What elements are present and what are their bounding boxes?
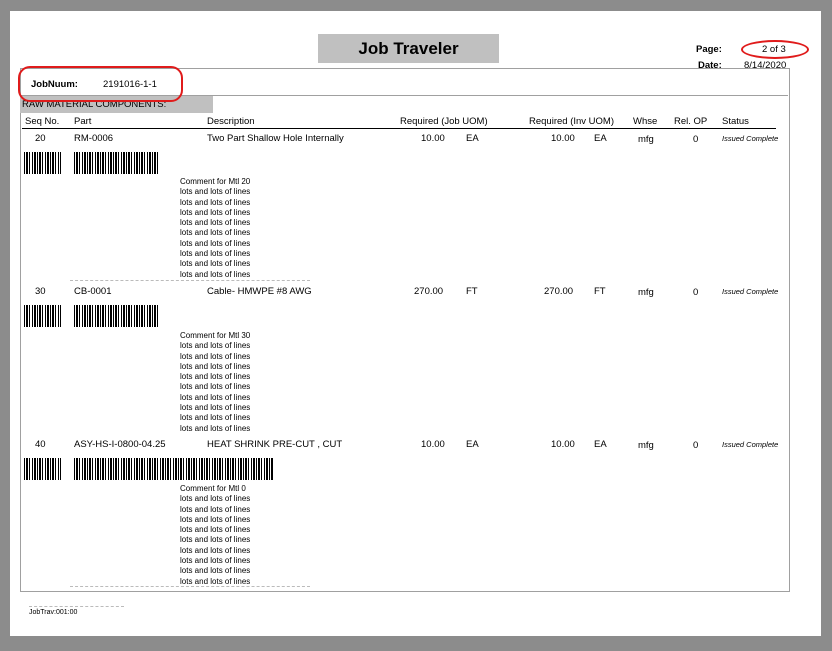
seq-barcode — [24, 152, 61, 174]
report-frame — [20, 68, 790, 592]
comment-line: lots and lots of lines — [180, 218, 251, 228]
report-page: Job Traveler Page: 2 of 3 Date: 8/14/202… — [10, 11, 821, 636]
row-job-uom: EA — [466, 133, 479, 144]
row-description: HEAT SHRINK PRE-CUT , CUT — [207, 439, 343, 450]
row-required-inv: 270.00 — [544, 286, 574, 297]
row-status: Issued Complete — [722, 134, 779, 143]
row-separator — [70, 586, 310, 587]
col-required-inv: Required (Inv UOM) — [529, 116, 614, 127]
row-status: Issued Complete — [722, 287, 779, 296]
row-seq: 30 — [35, 286, 46, 297]
footer-rule — [29, 606, 124, 607]
comment-line: lots and lots of lines — [180, 525, 251, 535]
comment-line: lots and lots of lines — [180, 361, 251, 371]
comment-line: lots and lots of lines — [180, 249, 251, 259]
row-required-job: 270.00 — [414, 286, 444, 297]
row-required-job: 10.00 — [421, 133, 445, 144]
comment-line: lots and lots of lines — [180, 504, 251, 514]
row-whse: mfg — [638, 440, 654, 451]
comment-line: lots and lots of lines — [180, 556, 251, 566]
report-title: Job Traveler — [318, 34, 499, 63]
part-barcode — [74, 152, 159, 174]
comment-line: lots and lots of lines — [180, 228, 251, 238]
row-rel-op: 0 — [693, 440, 699, 451]
comment-line: lots and lots of lines — [180, 238, 251, 248]
col-rel-op: Rel. OP — [674, 116, 708, 127]
row-status: Issued Complete — [722, 440, 779, 449]
row-rel-op: 0 — [693, 287, 699, 298]
comment-line: lots and lots of lines — [180, 341, 251, 351]
row-required-inv: 10.00 — [551, 133, 575, 144]
comment-line: lots and lots of lines — [180, 392, 251, 402]
page-label: Page: — [696, 44, 722, 55]
comment-line: lots and lots of lines — [180, 351, 251, 361]
page-number-highlight — [741, 40, 809, 59]
part-barcode — [74, 458, 274, 480]
comment-line: lots and lots of lines — [180, 207, 251, 217]
footer-code: JobTrav:001:00 — [29, 609, 78, 616]
row-seq: 40 — [35, 439, 46, 450]
row-comment: Comment for Mtl 20 lots and lots of line… — [180, 177, 250, 280]
row-whse: mfg — [638, 134, 654, 145]
header-rule — [22, 128, 776, 129]
comment-line: lots and lots of lines — [180, 259, 251, 269]
row-seq: 20 — [35, 133, 46, 144]
row-required-inv: 10.00 — [551, 439, 575, 450]
row-comment: Comment for Mtl 30 lots and lots of line… — [180, 331, 250, 434]
col-seq: Seq No. — [25, 116, 60, 127]
row-inv-uom: FT — [594, 286, 606, 297]
row-rel-op: 0 — [693, 134, 699, 145]
comment-line: lots and lots of lines — [180, 413, 251, 423]
comment-line: lots and lots of lines — [180, 403, 251, 413]
row-comment: Comment for Mtl 0 lots and lots of lines… — [180, 484, 250, 587]
comment-line: lots and lots of lines — [180, 545, 251, 555]
row-description: Cable- HMWPE #8 AWG — [207, 286, 312, 297]
comment-line: lots and lots of lines — [180, 197, 251, 207]
job-number-highlight — [18, 66, 183, 102]
row-whse: mfg — [638, 287, 654, 298]
comment-title: Comment for Mtl 0 — [180, 484, 246, 493]
comment-line: lots and lots of lines — [180, 494, 251, 504]
row-required-job: 10.00 — [421, 439, 445, 450]
col-required-job: Required (Job UOM) — [400, 116, 488, 127]
part-barcode — [74, 305, 159, 327]
col-whse: Whse — [633, 116, 658, 127]
row-job-uom: EA — [466, 439, 479, 450]
comment-line: lots and lots of lines — [180, 423, 251, 433]
row-inv-uom: EA — [594, 439, 607, 450]
comment-line: lots and lots of lines — [180, 535, 251, 545]
comment-line: lots and lots of lines — [180, 514, 251, 524]
comment-line: lots and lots of lines — [180, 566, 251, 576]
comment-title: Comment for Mtl 20 — [180, 177, 251, 186]
row-inv-uom: EA — [594, 133, 607, 144]
comment-line: lots and lots of lines — [180, 382, 251, 392]
row-description: Two Part Shallow Hole Internally — [207, 133, 344, 144]
seq-barcode — [24, 458, 61, 480]
comment-line: lots and lots of lines — [180, 269, 251, 279]
col-status: Status — [722, 116, 749, 127]
row-job-uom: FT — [466, 286, 478, 297]
comment-line: lots and lots of lines — [180, 187, 251, 197]
row-part: CB-0001 — [74, 286, 112, 297]
col-part: Part — [74, 116, 92, 127]
row-part: RM-0006 — [74, 133, 114, 144]
col-description: Description — [207, 116, 255, 127]
comment-line: lots and lots of lines — [180, 372, 251, 382]
comment-title: Comment for Mtl 30 — [180, 331, 251, 340]
row-separator — [70, 280, 310, 281]
row-part: ASY-HS-I-0800-04.25 — [74, 439, 166, 450]
seq-barcode — [24, 305, 61, 327]
